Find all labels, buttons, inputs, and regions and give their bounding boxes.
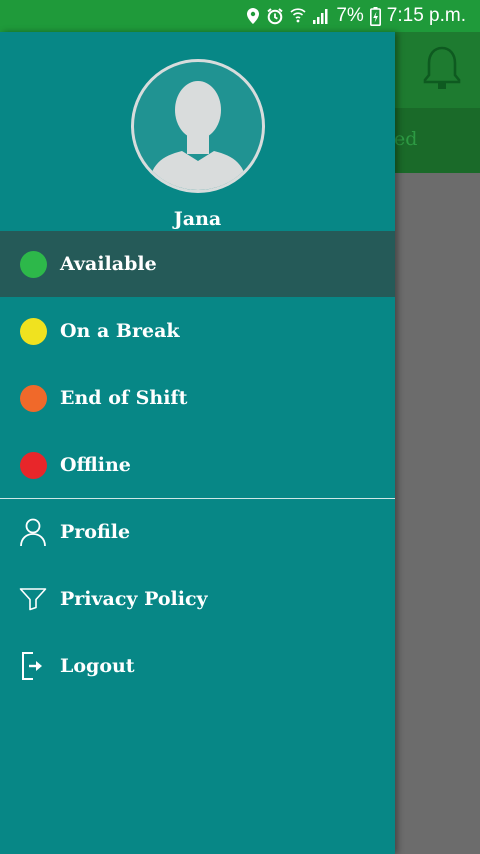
alarm-icon — [267, 8, 283, 25]
battery-percent: 7% — [336, 5, 364, 26]
user-name: Jana — [173, 208, 222, 230]
status-item-on-a-break[interactable]: On a Break — [0, 298, 395, 364]
avatar[interactable] — [131, 59, 265, 193]
person-icon — [19, 517, 47, 547]
background-content-scrim[interactable] — [395, 173, 480, 854]
status-item-end-of-shift[interactable]: End of Shift — [0, 365, 395, 431]
status-item-available[interactable]: Available — [0, 231, 395, 297]
user-silhouette-icon — [148, 81, 248, 190]
status-bar: 7% 7:15 p.m. — [0, 0, 480, 32]
logout-icon — [19, 651, 47, 681]
menu-label: Logout — [60, 655, 135, 677]
status-label: End of Shift — [60, 387, 188, 409]
status-item-offline[interactable]: Offline — [0, 432, 395, 498]
wifi-icon — [290, 8, 306, 23]
background-tab-label: ed — [395, 128, 418, 150]
menu-label: Profile — [60, 521, 131, 543]
signal-icon — [313, 9, 328, 24]
background-tab-bar: ed — [395, 108, 480, 173]
notification-bell-icon[interactable] — [420, 44, 464, 94]
battery-charging-icon — [369, 6, 381, 26]
filter-icon — [19, 584, 47, 614]
red-status-dot-icon — [20, 451, 47, 479]
status-label: Available — [60, 253, 157, 275]
navigation-drawer: Jana Available On a Break End of Shift O… — [0, 32, 395, 854]
location-icon — [247, 8, 260, 24]
yellow-status-dot-icon — [20, 317, 47, 345]
menu-label: Privacy Policy — [60, 588, 208, 610]
clock-time: 7:15 p.m. — [386, 5, 466, 26]
orange-status-dot-icon — [20, 384, 47, 412]
menu-item-profile[interactable]: Profile — [0, 499, 395, 565]
green-status-dot-icon — [20, 250, 47, 278]
menu-item-privacy-policy[interactable]: Privacy Policy — [0, 566, 395, 632]
status-label: On a Break — [60, 320, 180, 342]
menu-item-logout[interactable]: Logout — [0, 633, 395, 699]
status-label: Offline — [60, 454, 131, 476]
